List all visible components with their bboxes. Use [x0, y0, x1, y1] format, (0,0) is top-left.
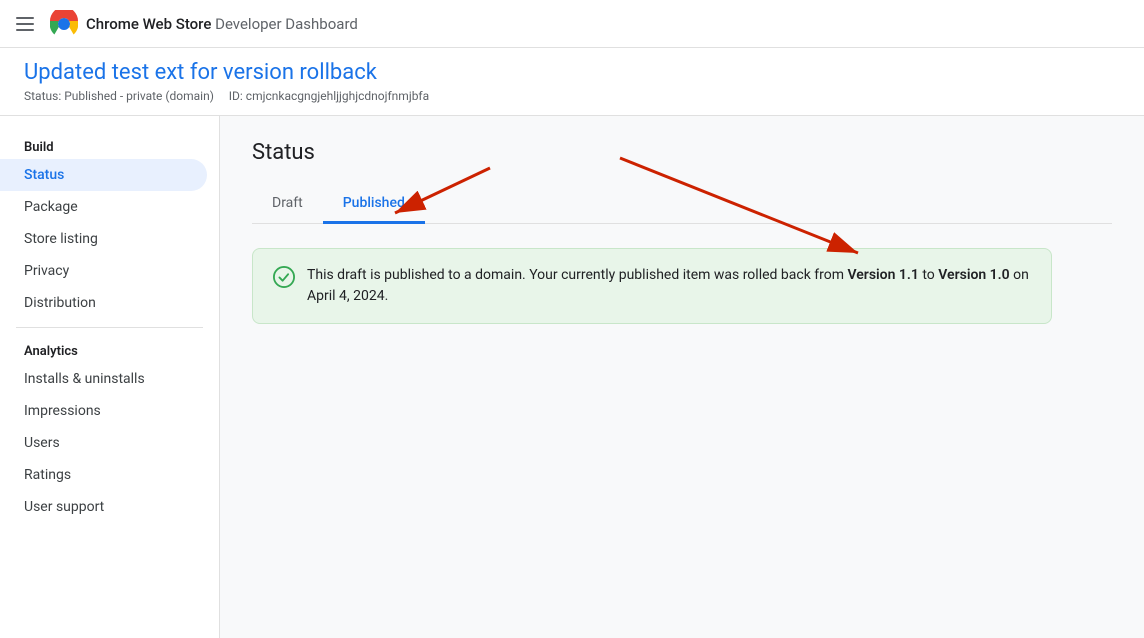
sidebar-item-user-support[interactable]: User support — [0, 491, 207, 523]
status-main-text: This draft is published to a domain. You… — [307, 267, 847, 283]
page-title: Updated test ext for version rollback — [24, 60, 1120, 85]
page-subtitle: Status: Published - private (domain) ID:… — [24, 89, 1120, 115]
menu-icon[interactable] — [16, 17, 34, 31]
sidebar-item-store-listing[interactable]: Store listing — [0, 223, 207, 255]
check-circle-icon — [273, 266, 295, 288]
to-version: Version 1.0 — [938, 267, 1009, 283]
main-layout: Build Status Package Store listing Priva… — [0, 116, 1144, 638]
top-bar: Chrome Web Store Developer Dashboard — [0, 0, 1144, 48]
sidebar-item-installs[interactable]: Installs & uninstalls — [0, 363, 207, 395]
chrome-logo-icon — [50, 10, 78, 38]
sidebar-item-impressions[interactable]: Impressions — [0, 395, 207, 427]
sidebar-item-privacy[interactable]: Privacy — [0, 255, 207, 287]
content-area: Status Draft Published This draft is pub… — [220, 116, 1144, 638]
status-message-text: This draft is published to a domain. You… — [307, 265, 1031, 307]
build-section-label: Build — [0, 132, 219, 159]
logo-container: Chrome Web Store Developer Dashboard — [50, 10, 358, 38]
sidebar: Build Status Package Store listing Priva… — [0, 116, 220, 638]
sidebar-item-ratings[interactable]: Ratings — [0, 459, 207, 491]
tab-draft[interactable]: Draft — [252, 185, 323, 224]
tab-published[interactable]: Published — [323, 185, 425, 224]
from-version: Version 1.1 — [847, 267, 918, 283]
app-title: Chrome Web Store Developer Dashboard — [86, 15, 358, 33]
content-title: Status — [252, 140, 1112, 165]
analytics-section-label: Analytics — [0, 336, 219, 363]
page-header: Updated test ext for version rollback St… — [0, 48, 1144, 116]
status-text: Status: Published - private (domain) — [24, 89, 214, 103]
mid-text: to — [919, 267, 938, 283]
sidebar-item-distribution[interactable]: Distribution — [0, 287, 207, 319]
sidebar-item-status[interactable]: Status — [0, 159, 207, 191]
sidebar-divider — [16, 327, 203, 328]
id-text: ID: cmjcnkacgngjehljjghjcdnojfnmjbfa — [229, 89, 429, 103]
sidebar-item-package[interactable]: Package — [0, 191, 207, 223]
status-message-box: This draft is published to a domain. You… — [252, 248, 1052, 324]
tabs-container: Draft Published — [252, 185, 1112, 224]
sidebar-item-users[interactable]: Users — [0, 427, 207, 459]
